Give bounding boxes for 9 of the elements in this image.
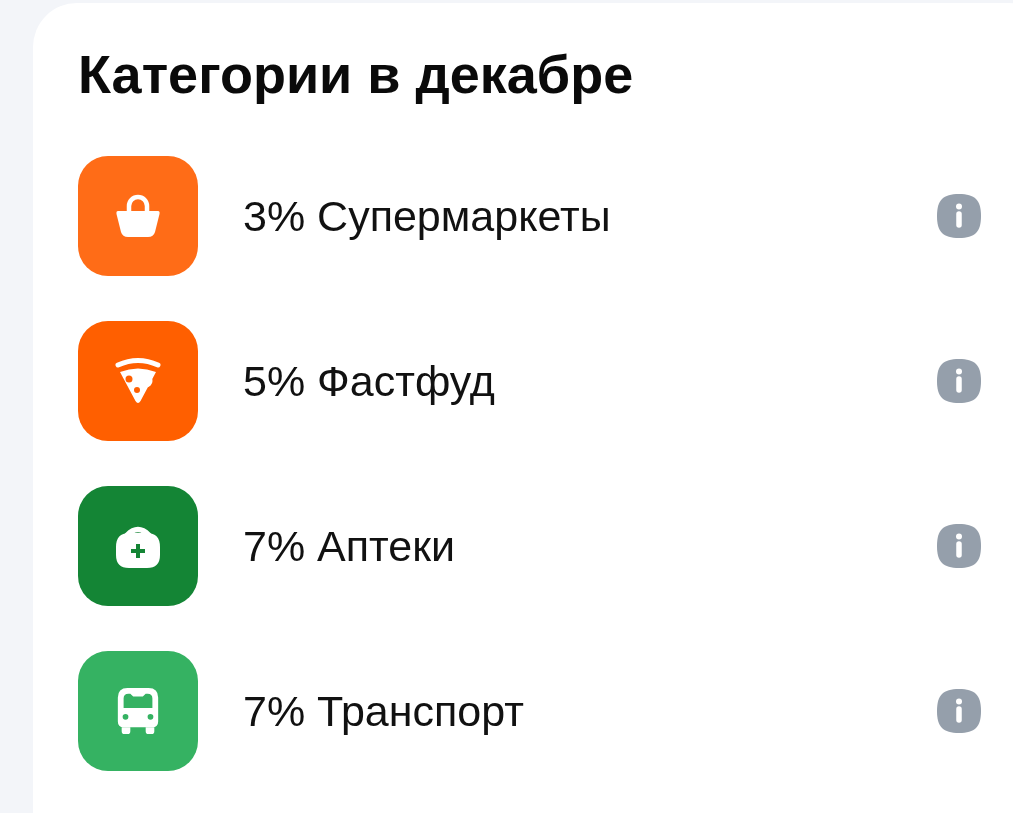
info-icon[interactable] (937, 524, 981, 568)
category-label: 5% Фастфуд (243, 356, 496, 407)
category-label: 7% Аптеки (243, 521, 457, 572)
category-label: 7% Транспорт (243, 686, 525, 737)
info-icon[interactable] (937, 359, 981, 403)
category-label: 3% Супермаркеты (243, 191, 612, 242)
info-icon[interactable] (937, 689, 981, 733)
info-icon[interactable] (937, 194, 981, 238)
section-title: Категории в декабре (78, 43, 635, 106)
